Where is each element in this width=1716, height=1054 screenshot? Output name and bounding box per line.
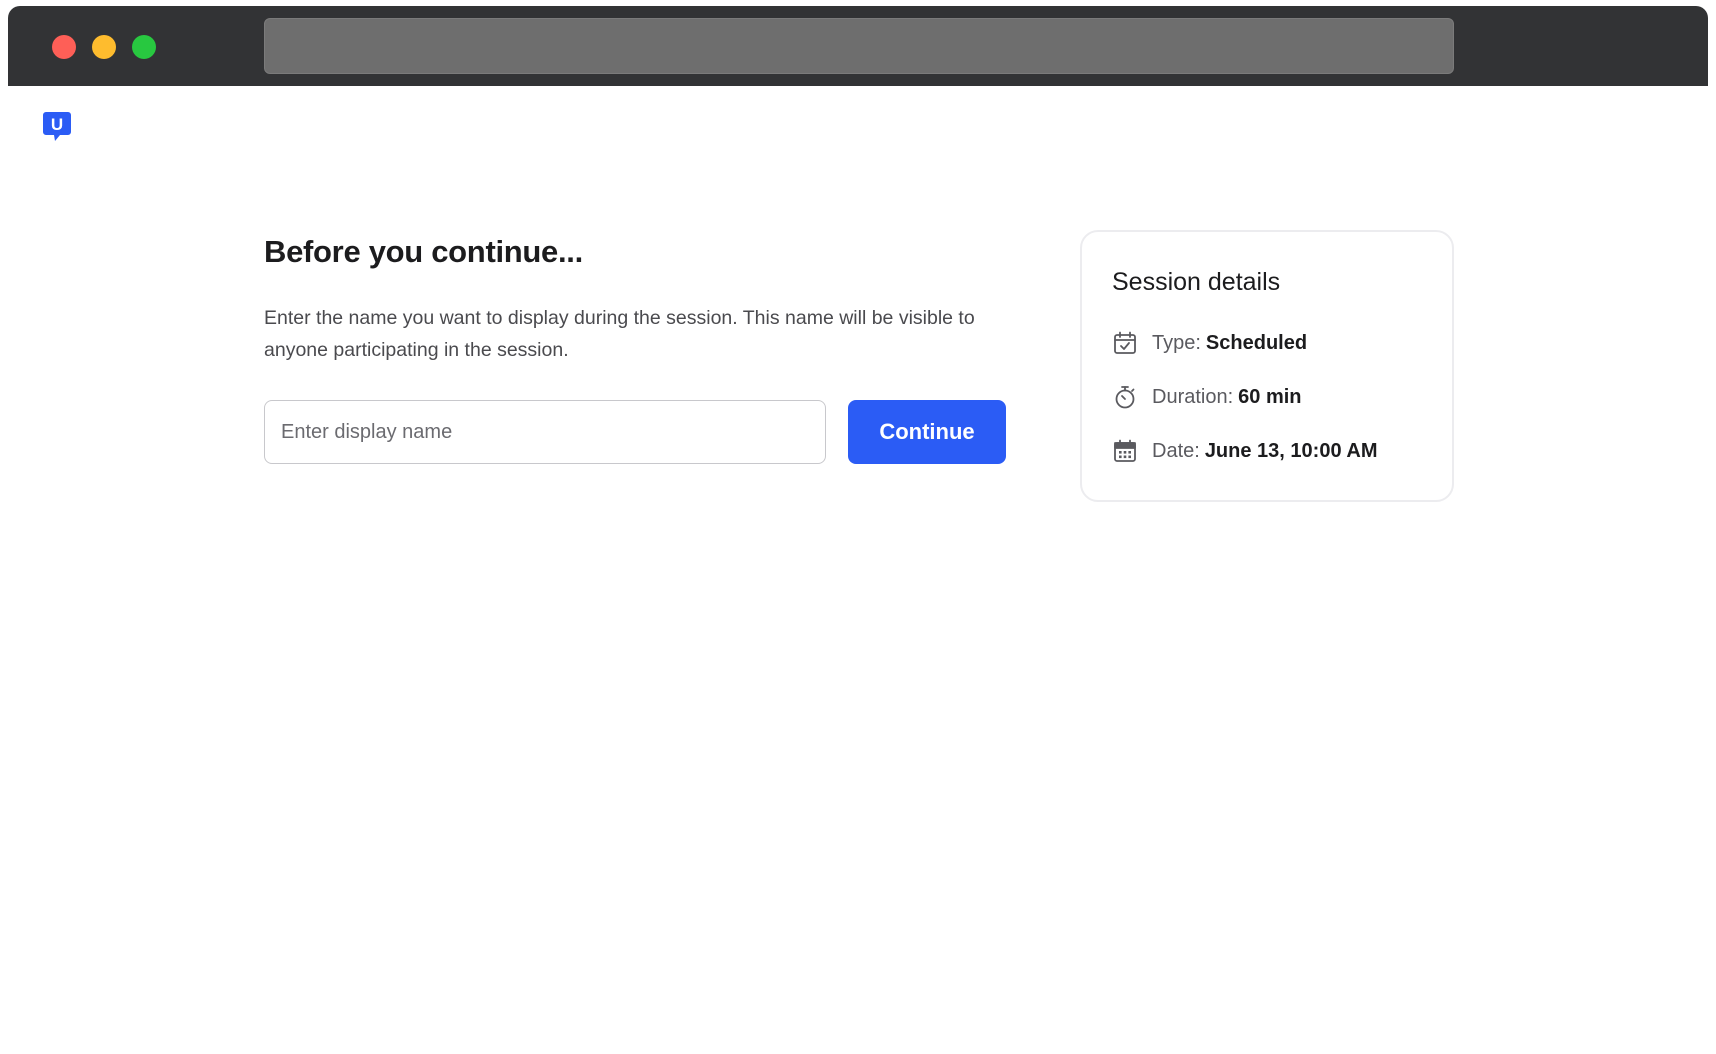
form-row: Continue	[264, 400, 1014, 464]
form-description: Enter the name you want to display durin…	[264, 307, 975, 361]
maximize-window-button[interactable]	[132, 35, 156, 59]
calendar-check-icon	[1114, 331, 1136, 354]
page-title: Before you continue...	[264, 234, 583, 269]
session-date-row: Date: June 13, 10:00 AM	[1112, 436, 1422, 466]
address-bar[interactable]	[264, 18, 1454, 74]
calendar-grid-icon	[1114, 439, 1136, 462]
display-name-form: Before you continue... Enter the name yo…	[264, 232, 1014, 464]
session-duration-value: 60 min	[1238, 385, 1302, 408]
session-type-value: Scheduled	[1205, 331, 1308, 354]
session-details-card: Session details Type: Scheduled Duration…	[1080, 230, 1454, 502]
minimize-window-button[interactable]	[92, 35, 116, 59]
browser-titlebar	[8, 6, 1708, 86]
page-content: U Before you continue... Enter the name …	[8, 86, 1708, 1054]
stopwatch-icon	[1115, 386, 1135, 409]
display-name-input[interactable]	[264, 400, 826, 464]
session-details-title: Session details	[1112, 268, 1281, 296]
close-window-button[interactable]	[52, 35, 76, 59]
browser-window: U Before you continue... Enter the name …	[8, 6, 1708, 1054]
session-duration-label: Duration:	[1152, 385, 1234, 408]
session-date-value: June 13, 10:00 AM	[1204, 439, 1378, 462]
logo-letter: U	[51, 115, 63, 134]
session-duration-row: Duration: 60 min	[1112, 382, 1422, 412]
continue-button[interactable]: Continue	[848, 400, 1006, 464]
usertesting-logo-icon[interactable]: U	[42, 110, 72, 144]
session-date-label: Date:	[1152, 439, 1200, 462]
session-type-row: Type: Scheduled	[1112, 328, 1422, 358]
session-type-label: Type:	[1152, 331, 1201, 354]
